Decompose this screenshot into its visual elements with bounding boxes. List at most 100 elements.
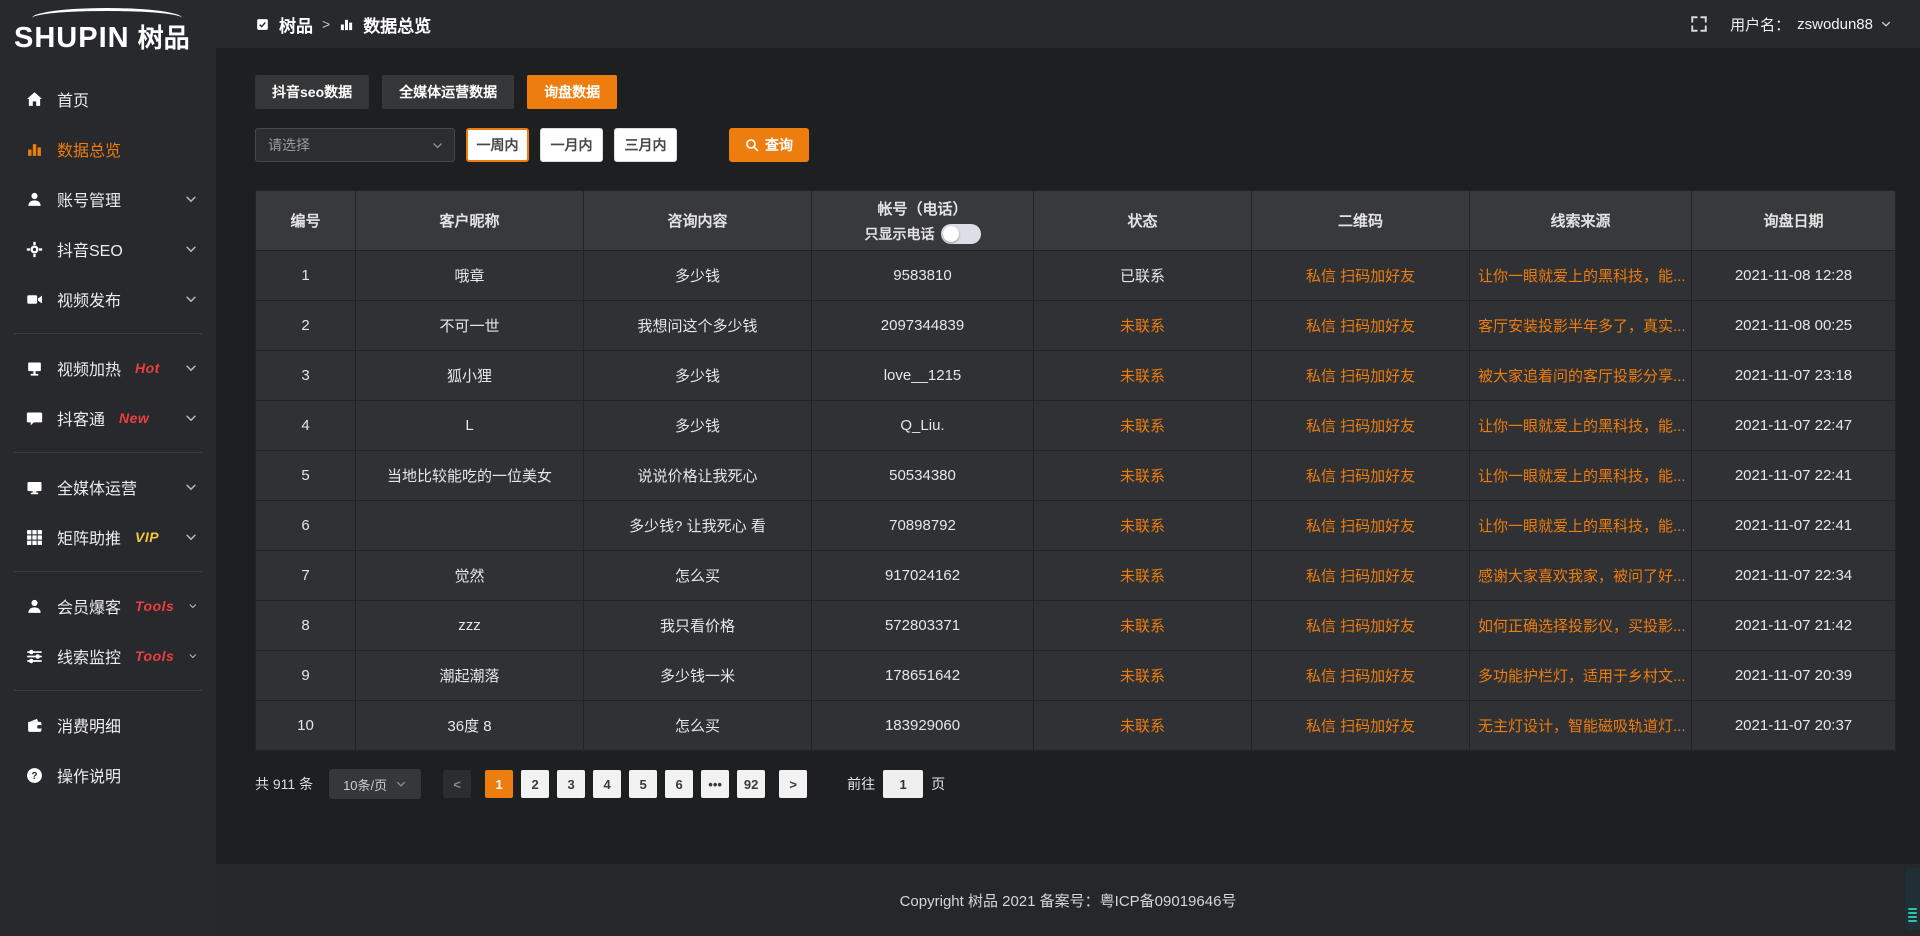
- chevron-down-icon: [184, 242, 198, 256]
- cell-date: 2021-11-07 20:37: [1692, 701, 1896, 751]
- page-button-2[interactable]: 2: [521, 770, 549, 798]
- cell-source-link[interactable]: 让你一眼就爱上的黑科技，能...: [1470, 501, 1692, 551]
- cell-date: 2021-11-07 23:18: [1692, 351, 1896, 401]
- cell-account: 917024162: [812, 551, 1034, 601]
- filter-select[interactable]: 请选择: [255, 128, 455, 162]
- cell-source-link[interactable]: 感谢大家喜欢我家，被问了好...: [1470, 551, 1692, 601]
- chevron-down-icon: [188, 599, 198, 613]
- search-button[interactable]: 查询: [729, 128, 809, 162]
- sidebar-item-clue-monitoring[interactable]: 线索监控 Tools: [0, 634, 216, 678]
- sidebar-item-data-overview[interactable]: 数据总览: [0, 127, 216, 171]
- home-icon: [26, 91, 43, 108]
- cell-source-link[interactable]: 让你一眼就爱上的黑科技，能...: [1470, 251, 1692, 301]
- tools-badge: Tools: [135, 598, 174, 614]
- sidebar-item-douketong[interactable]: 抖客通 New: [0, 396, 216, 440]
- cell-source-link[interactable]: 客厅安装投影半年多了，真实...: [1470, 301, 1692, 351]
- cell-qrcode-link[interactable]: 私信 扫码加好友: [1252, 701, 1470, 751]
- cell-status: 未联系: [1034, 401, 1252, 451]
- app-logo[interactable]: SHUPIN 树品: [0, 0, 216, 57]
- sidebar-item-matrix-boost[interactable]: 矩阵助推 VIP: [0, 515, 216, 559]
- tab-omnimedia-data[interactable]: 全媒体运营数据: [382, 75, 514, 109]
- cell-source-link[interactable]: 无主灯设计，智能磁吸轨道灯...: [1470, 701, 1692, 751]
- content: 抖音seo数据 全媒体运营数据 询盘数据 请选择 一周内 一月内 三月内 查询: [216, 48, 1920, 864]
- cell-date: 2021-11-07 22:34: [1692, 551, 1896, 601]
- cell-id: 8: [256, 601, 356, 651]
- cell-source-link[interactable]: 多功能护栏灯，适用于乡村文...: [1470, 651, 1692, 701]
- period-month-button[interactable]: 一月内: [540, 128, 603, 162]
- phone-only-toggle[interactable]: [941, 224, 981, 244]
- cell-source-link[interactable]: 让你一眼就爱上的黑科技，能...: [1470, 401, 1692, 451]
- sidebar-item-home[interactable]: 首页: [0, 77, 216, 121]
- tools-badge: Tools: [135, 648, 174, 664]
- footer: Copyright 树品 2021 备案号：粤ICP备09019646号: [216, 864, 1920, 936]
- cell-nickname: 不可一世: [356, 301, 584, 351]
- cell-source-link[interactable]: 被大家追着问的客厅投影分享...: [1470, 351, 1692, 401]
- sidebar-item-video-publish[interactable]: 视频发布: [0, 277, 216, 321]
- cell-status: 未联系: [1034, 701, 1252, 751]
- cell-qrcode-link[interactable]: 私信 扫码加好友: [1252, 301, 1470, 351]
- sidebar-item-label: 矩阵助推: [57, 525, 121, 549]
- table-row: 2 不可一世 我想问这个多少钱 2097344839 未联系 私信 扫码加好友 …: [256, 301, 1896, 351]
- user-icon: [26, 598, 43, 615]
- cell-id: 6: [256, 501, 356, 551]
- sliders-icon: [26, 648, 43, 665]
- breadcrumb-page[interactable]: 数据总览: [363, 12, 431, 37]
- edge-widget[interactable]: [1905, 868, 1920, 930]
- cell-content: 怎么买: [584, 551, 812, 601]
- tab-inquiry-data[interactable]: 询盘数据: [527, 75, 617, 109]
- goto-page-input[interactable]: [883, 770, 923, 798]
- cell-qrcode-link[interactable]: 私信 扫码加好友: [1252, 401, 1470, 451]
- page-button-3[interactable]: 3: [557, 770, 585, 798]
- sidebar-item-operation-guide[interactable]: 操作说明: [0, 753, 216, 797]
- period-week-button[interactable]: 一周内: [466, 128, 529, 162]
- chevron-down-icon: [1880, 18, 1892, 30]
- cell-source-link[interactable]: 如何正确选择投影仪，买投影...: [1470, 601, 1692, 651]
- sidebar-item-omnimedia-operation[interactable]: 全媒体运营: [0, 465, 216, 509]
- cell-nickname: 当地比较能吃的一位美女: [356, 451, 584, 501]
- cell-qrcode-link[interactable]: 私信 扫码加好友: [1252, 451, 1470, 501]
- next-page-button[interactable]: >: [779, 770, 807, 798]
- cell-date: 2021-11-07 21:42: [1692, 601, 1896, 651]
- page-button-4[interactable]: 4: [593, 770, 621, 798]
- page-size-select[interactable]: 10条/页: [329, 769, 421, 799]
- page-button-6[interactable]: 6: [665, 770, 693, 798]
- cell-qrcode-link[interactable]: 私信 扫码加好友: [1252, 251, 1470, 301]
- cell-id: 1: [256, 251, 356, 301]
- user-menu[interactable]: 用户名：zswodun88: [1730, 14, 1892, 35]
- fullscreen-icon[interactable]: [1690, 15, 1708, 33]
- sidebar-divider: [14, 571, 202, 572]
- period-quarter-button[interactable]: 三月内: [614, 128, 677, 162]
- cell-date: 2021-11-07 22:41: [1692, 501, 1896, 551]
- cell-account: 9583810: [812, 251, 1034, 301]
- sidebar-item-douyin-seo[interactable]: 抖音SEO: [0, 227, 216, 271]
- cell-qrcode-link[interactable]: 私信 扫码加好友: [1252, 351, 1470, 401]
- sidebar-item-account-management[interactable]: 账号管理: [0, 177, 216, 221]
- chevron-down-icon: [184, 411, 198, 425]
- col-header-qrcode: 二维码: [1252, 191, 1470, 251]
- cell-id: 2: [256, 301, 356, 351]
- page-button-1[interactable]: 1: [485, 770, 513, 798]
- sidebar-item-video-heating[interactable]: 视频加热 Hot: [0, 346, 216, 390]
- hot-badge: Hot: [135, 360, 160, 376]
- cell-account: Q_Liu.: [812, 401, 1034, 451]
- cell-qrcode-link[interactable]: 私信 扫码加好友: [1252, 651, 1470, 701]
- cell-account: 572803371: [812, 601, 1034, 651]
- wallet-icon: [26, 717, 43, 734]
- cell-source-link[interactable]: 让你一眼就爱上的黑科技，能...: [1470, 451, 1692, 501]
- sidebar-item-consumption-details[interactable]: 消费明细: [0, 703, 216, 747]
- cell-qrcode-link[interactable]: 私信 扫码加好友: [1252, 601, 1470, 651]
- page-ellipsis-button[interactable]: •••: [701, 770, 729, 798]
- prev-page-button[interactable]: <: [443, 770, 471, 798]
- sidebar-divider: [14, 333, 202, 334]
- cell-qrcode-link[interactable]: 私信 扫码加好友: [1252, 551, 1470, 601]
- search-button-label: 查询: [765, 135, 793, 155]
- page-button-5[interactable]: 5: [629, 770, 657, 798]
- page-button-92[interactable]: 92: [737, 770, 765, 798]
- cell-status: 未联系: [1034, 651, 1252, 701]
- breadcrumb-app[interactable]: 树品: [279, 12, 313, 37]
- bar-chart-icon: [26, 141, 43, 158]
- tab-douyin-seo-data[interactable]: 抖音seo数据: [255, 75, 369, 109]
- col-header-source: 线索来源: [1470, 191, 1692, 251]
- sidebar-item-member-baoke[interactable]: 会员爆客 Tools: [0, 584, 216, 628]
- cell-qrcode-link[interactable]: 私信 扫码加好友: [1252, 501, 1470, 551]
